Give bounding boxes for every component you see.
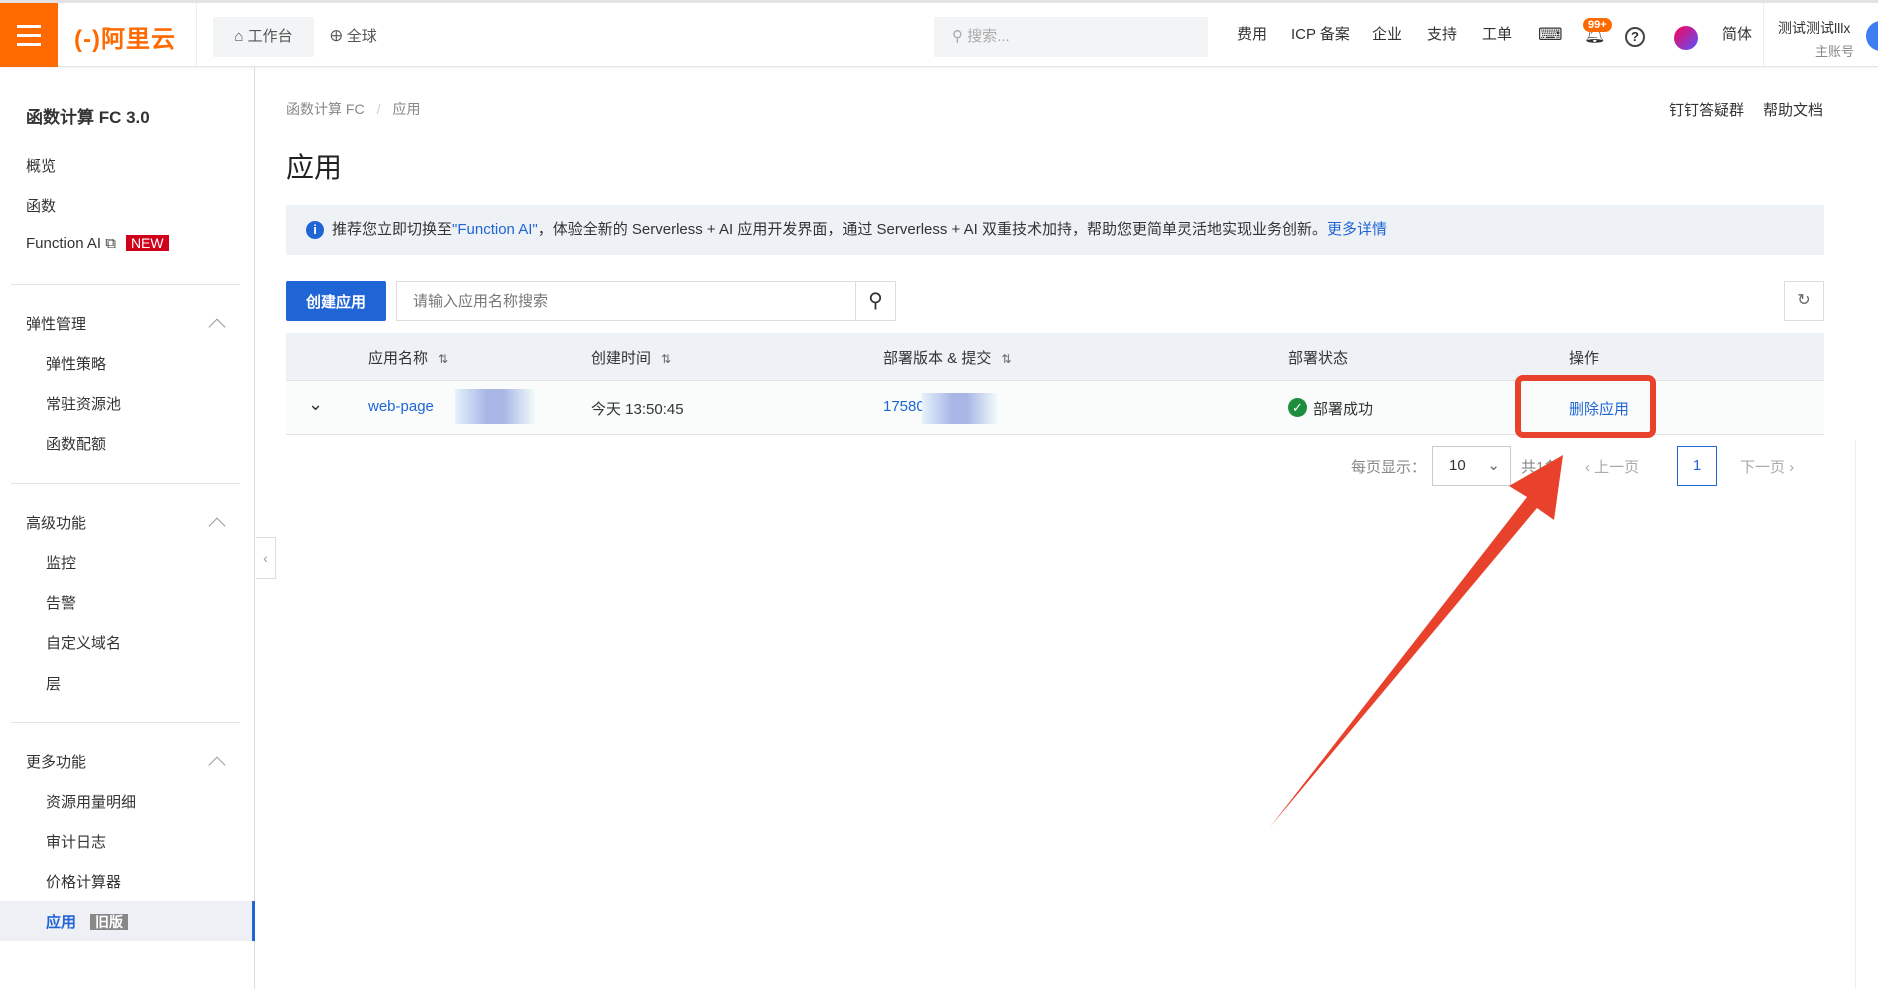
- sort-icon[interactable]: ⇅: [1001, 352, 1011, 366]
- sidebar-item-functions[interactable]: 函数: [26, 195, 56, 216]
- sidebar-item[interactable]: 常驻资源池: [46, 393, 121, 414]
- sort-icon[interactable]: ⇅: [438, 352, 448, 366]
- info-icon: i: [306, 221, 324, 239]
- sidebar-item[interactable]: 监控: [46, 552, 76, 573]
- chevron-up-icon[interactable]: [208, 318, 226, 336]
- column-status: 部署状态: [1288, 350, 1349, 367]
- group-more[interactable]: 更多功能: [26, 751, 86, 772]
- sidebar-item-function-ai[interactable]: Function AI ⧉ NEW: [26, 235, 169, 252]
- search-icon[interactable]: ⚲: [855, 282, 895, 320]
- sidebar-item[interactable]: 弹性策略: [46, 353, 106, 374]
- refresh-icon[interactable]: ↻: [1784, 281, 1824, 321]
- sort-icon[interactable]: ⇅: [661, 352, 671, 366]
- sidebar-item-overview[interactable]: 概览: [26, 155, 56, 176]
- sidebar-item[interactable]: 审计日志: [46, 831, 106, 852]
- language-switch[interactable]: 简体: [1722, 3, 1752, 67]
- nav-enterprise[interactable]: 企业: [1372, 3, 1402, 67]
- group-advanced[interactable]: 高级功能: [26, 512, 86, 533]
- sidebar: 函数计算 FC 3.0 概览 函数 Function AI ⧉ NEW 弹性管理 …: [0, 67, 255, 989]
- external-link-icon: ⧉: [105, 235, 116, 252]
- terminal-icon[interactable]: ⌨: [1538, 3, 1563, 67]
- redacted-block: [455, 389, 535, 424]
- nav-support[interactable]: 支持: [1427, 3, 1457, 67]
- breadcrumb-fc[interactable]: 函数计算 FC: [286, 101, 365, 117]
- page-size-select[interactable]: 10 ⌄: [1432, 446, 1511, 486]
- sidebar-item[interactable]: 价格计算器: [46, 871, 121, 892]
- new-badge: NEW: [125, 235, 169, 251]
- menu-button[interactable]: [0, 3, 58, 67]
- create-app-button[interactable]: 创建应用: [286, 281, 386, 321]
- notification-badge: 99+: [1583, 18, 1612, 32]
- sidebar-item[interactable]: 自定义域名: [46, 632, 121, 653]
- right-panel-edge: [1855, 440, 1856, 989]
- breadcrumb: 函数计算 FC / 应用: [286, 101, 421, 117]
- success-check-icon: ✓: [1288, 398, 1307, 417]
- sidebar-item[interactable]: 资源用量明细: [46, 791, 136, 812]
- version-link[interactable]: 17580: [883, 398, 925, 415]
- old-version-badge: 旧版: [90, 914, 129, 930]
- chevron-up-icon[interactable]: [208, 517, 226, 535]
- column-version[interactable]: 部署版本 & 提交 ⇅: [883, 347, 1011, 368]
- deploy-status: 部署成功: [1313, 401, 1374, 418]
- breadcrumb-apps: 应用: [392, 101, 421, 117]
- user-name[interactable]: 测试测试lllx: [1778, 18, 1850, 38]
- function-ai-link[interactable]: "Function AI": [452, 221, 538, 238]
- sidebar-item[interactable]: 告警: [46, 592, 76, 613]
- sidebar-item[interactable]: 函数配额: [46, 433, 106, 454]
- region-selector[interactable]: 🜨 全球: [330, 17, 377, 57]
- globe-icon: 🜨: [330, 28, 347, 45]
- collapse-sidebar-button[interactable]: ‹: [256, 537, 276, 579]
- notice-banner: 推荐您立即切换至"Function AI"，体验全新的 Serverless +…: [286, 205, 1824, 255]
- top-bar: (-)阿里云 ⌂ 工作台 🜨 全球 ⚲ 搜索... 费用 ICP 备案 企业 支…: [0, 0, 1878, 67]
- column-actions: 操作: [1569, 350, 1600, 367]
- next-page-button[interactable]: 下一页 ›: [1740, 456, 1794, 477]
- redacted-block: [922, 393, 997, 424]
- total-count: 共1条: [1521, 459, 1560, 476]
- bell-icon[interactable]: 🔔︎: [1584, 3, 1606, 67]
- avatar[interactable]: [1866, 21, 1878, 51]
- nav-icp[interactable]: ICP 备案: [1291, 3, 1350, 67]
- sidebar-item-apps-active[interactable]: 应用 旧版: [46, 911, 129, 932]
- group-elastic[interactable]: 弹性管理: [26, 313, 86, 334]
- column-name[interactable]: 应用名称 ⇅: [368, 347, 448, 368]
- help-icon[interactable]: ?: [1625, 27, 1645, 47]
- account-type: 主账号: [1815, 44, 1855, 59]
- nav-fees[interactable]: 费用: [1237, 3, 1267, 67]
- app-name-link[interactable]: web-page: [368, 398, 434, 415]
- annotation-highlight-box: [1515, 375, 1656, 438]
- prev-page-button[interactable]: ‹ 上一页: [1585, 456, 1639, 477]
- more-details-link[interactable]: 更多详情: [1327, 221, 1387, 238]
- expand-row-icon[interactable]: ⌄: [308, 394, 323, 415]
- product-title: 函数计算 FC 3.0: [26, 108, 150, 127]
- app-search-input[interactable]: [396, 281, 896, 321]
- annotation-arrow: [1270, 455, 1563, 827]
- workbench-button[interactable]: ⌂ 工作台: [213, 17, 314, 57]
- ai-assistant-icon[interactable]: [1674, 26, 1698, 50]
- per-page-label: 每页显示：: [1351, 459, 1427, 476]
- chevron-down-icon: ⌄: [1487, 457, 1500, 474]
- column-created[interactable]: 创建时间 ⇅: [591, 347, 671, 368]
- chevron-up-icon[interactable]: [208, 756, 226, 774]
- page-1-button[interactable]: 1: [1677, 446, 1717, 486]
- help-docs-link[interactable]: 帮助文档: [1763, 99, 1823, 120]
- created-time: 今天 13:50:45: [591, 401, 684, 418]
- sidebar-item[interactable]: 层: [46, 673, 61, 694]
- home-icon: ⌂: [234, 28, 248, 45]
- search-icon: ⚲: [952, 28, 968, 45]
- aliyun-logo[interactable]: (-)阿里云: [74, 19, 176, 54]
- nav-ticket[interactable]: 工单: [1482, 3, 1512, 67]
- dingtalk-group-link[interactable]: 钉钉答疑群: [1669, 99, 1744, 120]
- page-title: 应用: [286, 152, 343, 183]
- global-search[interactable]: ⚲ 搜索...: [934, 17, 1208, 57]
